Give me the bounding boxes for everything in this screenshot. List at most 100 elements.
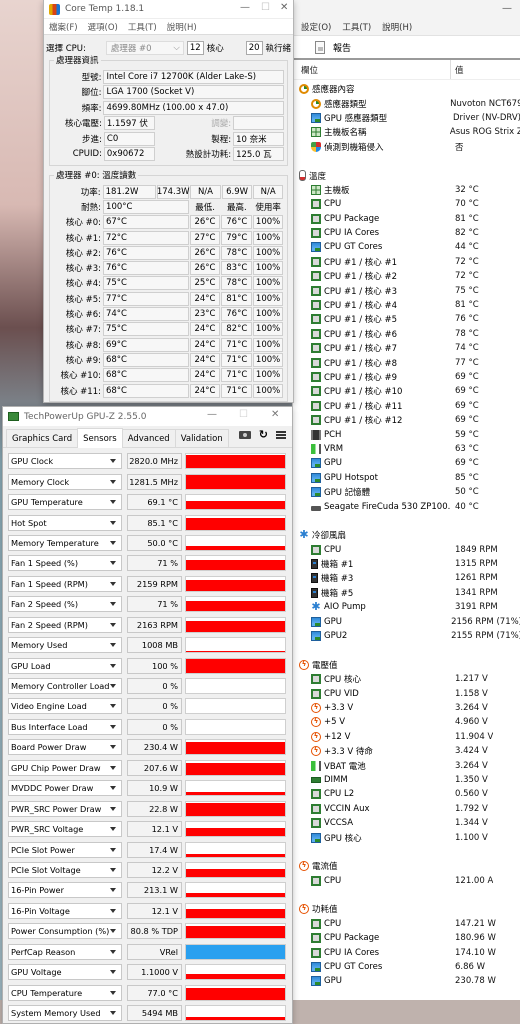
sensor-name-dropdown[interactable]: Video Engine Load xyxy=(8,698,122,715)
sensor-name-dropdown[interactable]: Fan 2 Speed (RPM) xyxy=(8,616,122,633)
sensor-row[interactable]: VRM 63 °C xyxy=(293,442,520,456)
sensor-row[interactable]: 主機板 32 °C xyxy=(293,183,520,197)
sensor-row[interactable]: VCCSA 1.344 V xyxy=(293,816,520,830)
sensor-row[interactable]: CPU #1 / 核心 #6 78 °C xyxy=(293,327,520,341)
sensor-name-dropdown[interactable]: GPU Voltage xyxy=(8,964,122,981)
sensor-row[interactable]: CPU 1849 RPM xyxy=(293,543,520,557)
sensor-row[interactable]: CPU #1 / 核心 #1 72 °C xyxy=(293,255,520,269)
sensor-row[interactable]: GPU 69 °C xyxy=(293,456,520,470)
sensor-row[interactable]: GPU 2156 RPM (71%) xyxy=(293,614,520,628)
sensor-name-dropdown[interactable]: Memory Temperature xyxy=(8,534,122,551)
sensor-name-dropdown[interactable]: PCIe Slot Voltage xyxy=(8,861,122,878)
sensor-group[interactable]: 感應器內容 xyxy=(293,82,520,96)
sensor-row[interactable]: GPU 核心 1.100 V xyxy=(293,830,520,844)
sensor-row[interactable]: CPU #1 / 核心 #4 81 °C xyxy=(293,298,520,312)
sensor-name-dropdown[interactable]: GPU Clock xyxy=(8,453,122,470)
sensor-row[interactable]: ϟ +5 V 4.960 V xyxy=(293,715,520,729)
menu-options[interactable]: 選項(O) xyxy=(88,21,118,33)
sensor-row[interactable]: ϟ +12 V 11.904 V xyxy=(293,730,520,744)
sensor-row[interactable]: CPU #1 / 核心 #10 69 °C xyxy=(293,384,520,398)
menu-help[interactable]: 說明(H) xyxy=(382,21,412,33)
refresh-icon[interactable]: ↻ xyxy=(259,429,268,440)
sensor-group[interactable]: ✱ 冷卻風扇 xyxy=(293,528,520,542)
sensor-row[interactable]: CPU #1 / 核心 #2 72 °C xyxy=(293,269,520,283)
sensor-name-dropdown[interactable]: Hot Spot xyxy=(8,514,122,531)
sensor-name-dropdown[interactable]: Bus Interface Load xyxy=(8,718,122,735)
menu-file[interactable]: 檔案(F) xyxy=(49,21,78,33)
sensor-row[interactable]: CPU 121.00 A xyxy=(293,873,520,887)
sensor-row[interactable]: GPU 記憶體 50 °C xyxy=(293,485,520,499)
close-button[interactable]: ✕ xyxy=(280,2,288,13)
sensor-row[interactable]: GPU2 2155 RPM (71%) xyxy=(293,629,520,643)
sensor-row[interactable]: GPU 230.78 W xyxy=(293,974,520,988)
sensor-row[interactable]: CPU VID 1.158 V xyxy=(293,686,520,700)
sensor-row[interactable]: Seagate FireCuda 530 ZP100... 40 °C xyxy=(293,499,520,513)
menu-settings[interactable]: 設定(O) xyxy=(301,21,331,33)
sensor-name-dropdown[interactable]: CPU Temperature xyxy=(8,984,122,1001)
close-button[interactable]: ✕ xyxy=(271,409,279,420)
maximize-button[interactable]: ☐ xyxy=(261,2,270,13)
column-value[interactable]: 值 xyxy=(451,64,464,76)
sensor-row[interactable]: VCCIN Aux 1.792 V xyxy=(293,802,520,816)
maximize-button[interactable]: ☐ xyxy=(239,409,248,420)
tab-sensors[interactable]: Sensors xyxy=(77,428,123,448)
sensor-row[interactable]: 機箱 #3 1261 RPM xyxy=(293,571,520,585)
sensor-name-dropdown[interactable]: GPU Load xyxy=(8,657,122,674)
sensor-row[interactable]: CPU 70 °C xyxy=(293,197,520,211)
sensor-row[interactable]: CPU 147.21 W xyxy=(293,917,520,931)
sensor-name-dropdown[interactable]: PCIe Slot Power xyxy=(8,841,122,858)
sensor-group[interactable]: ϟ 電流值 xyxy=(293,859,520,873)
sensor-group[interactable]: ϟ 電壓值 xyxy=(293,658,520,672)
tab-validation[interactable]: Validation xyxy=(174,429,229,447)
menu-tools[interactable]: 工具(T) xyxy=(342,21,371,33)
sensor-row[interactable]: 機箱 #5 1341 RPM xyxy=(293,586,520,600)
sensor-name-dropdown[interactable]: 16-Pin Power xyxy=(8,882,122,899)
sensor-row[interactable]: ✱ AIO Pump 3191 RPM xyxy=(293,600,520,614)
sensor-name-dropdown[interactable]: Fan 2 Speed (%) xyxy=(8,596,122,613)
minimize-button[interactable]: — xyxy=(502,3,512,14)
menu-tools[interactable]: 工具(T) xyxy=(128,21,157,33)
sensor-row[interactable]: GPU Hotspot 85 °C xyxy=(293,471,520,485)
minimize-button[interactable]: — xyxy=(207,409,217,420)
menu-help[interactable]: 說明(H) xyxy=(167,21,197,33)
sensor-group[interactable]: ϟ 功耗值 xyxy=(293,902,520,916)
sensor-row[interactable]: 主機板名稱 Asus ROG Strix Z xyxy=(293,125,520,139)
sensor-name-dropdown[interactable]: PerfCap Reason xyxy=(8,943,122,960)
sensor-row[interactable]: CPU #1 / 核心 #11 69 °C xyxy=(293,399,520,413)
sensor-row[interactable]: CPU L2 0.560 V xyxy=(293,787,520,801)
sensor-row[interactable]: ϟ +3.3 V 待命 3.424 V xyxy=(293,744,520,758)
sensor-name-dropdown[interactable]: MVDDC Power Draw xyxy=(8,780,122,797)
sensor-row[interactable]: CPU #1 / 核心 #9 69 °C xyxy=(293,370,520,384)
sensor-name-dropdown[interactable]: PWR_SRC Power Draw xyxy=(8,800,122,817)
sensor-name-dropdown[interactable]: Memory Controller Load xyxy=(8,678,122,695)
tab-graphics-card[interactable]: Graphics Card xyxy=(6,429,79,447)
menu-icon[interactable] xyxy=(276,431,286,439)
tab-advanced[interactable]: Advanced xyxy=(121,429,176,447)
sensor-name-dropdown[interactable]: Power Consumption (%) xyxy=(8,923,122,940)
sensor-name-dropdown[interactable]: Fan 1 Speed (%) xyxy=(8,555,122,572)
sensor-row[interactable]: CPU #1 / 核心 #12 69 °C xyxy=(293,413,520,427)
sensor-name-dropdown[interactable]: 16-Pin Voltage xyxy=(8,902,122,919)
column-field[interactable]: 欄位 xyxy=(293,60,451,79)
sensor-row[interactable]: 感應器類型 Nuvoton NCT679 xyxy=(293,96,520,110)
sensor-row[interactable]: 機箱 #1 1315 RPM xyxy=(293,557,520,571)
sensor-row[interactable]: GPU 感應器類型 Driver (NV-DRV) xyxy=(293,111,520,125)
sensor-row[interactable]: CPU #1 / 核心 #8 77 °C xyxy=(293,355,520,369)
sensor-name-dropdown[interactable]: GPU Temperature xyxy=(8,494,122,511)
sensor-name-dropdown[interactable]: Memory Used xyxy=(8,637,122,654)
sensor-row[interactable]: CPU IA Cores 82 °C xyxy=(293,226,520,240)
sensor-row[interactable]: CPU IA Cores 174.10 W xyxy=(293,945,520,959)
sensor-name-dropdown[interactable]: Fan 1 Speed (RPM) xyxy=(8,575,122,592)
sensor-group[interactable]: 溫度 xyxy=(293,168,520,182)
sensor-row[interactable]: CPU Package 180.96 W xyxy=(293,931,520,945)
sensor-row[interactable]: DIMM 1.350 V xyxy=(293,773,520,787)
sensor-row[interactable]: CPU GT Cores 44 °C xyxy=(293,240,520,254)
sensor-name-dropdown[interactable]: System Memory Used xyxy=(8,1005,122,1022)
sensor-row[interactable]: CPU #1 / 核心 #7 74 °C xyxy=(293,341,520,355)
report-button[interactable]: 報告 xyxy=(333,41,351,54)
sensor-row[interactable]: CPU 核心 1.217 V xyxy=(293,672,520,686)
sensor-row[interactable]: CPU Package 81 °C xyxy=(293,212,520,226)
sensor-row[interactable]: ϟ +3.3 V 3.264 V xyxy=(293,701,520,715)
sensor-name-dropdown[interactable]: GPU Chip Power Draw xyxy=(8,759,122,776)
camera-icon[interactable] xyxy=(238,431,251,439)
